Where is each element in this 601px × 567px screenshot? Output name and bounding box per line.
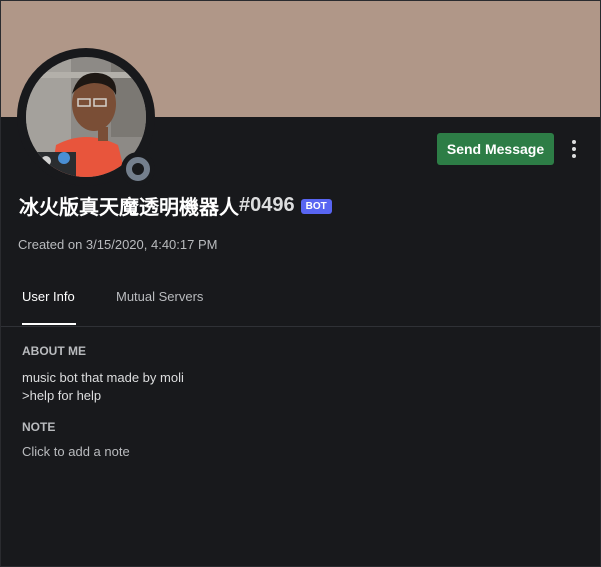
profile-tabs: User Info Mutual Servers <box>1 271 600 327</box>
tabs-divider <box>1 326 600 327</box>
created-date: Created on 3/15/2020, 4:40:17 PM <box>18 237 218 252</box>
user-profile-modal: Send Message 冰火版真天魔透明機器人 #0496 BOT Creat… <box>0 0 601 567</box>
about-line: >help for help <box>22 388 102 403</box>
note-input[interactable]: Click to add a note <box>22 444 130 459</box>
send-message-button[interactable]: Send Message <box>437 133 554 165</box>
username: 冰火版真天魔透明機器人 <box>19 196 239 219</box>
status-indicator <box>121 152 155 186</box>
offline-status-icon <box>126 157 150 181</box>
about-me-text: music bot that made by moli >help for he… <box>22 369 184 405</box>
about-me-heading: ABOUT ME <box>22 344 86 358</box>
tab-mutual-servers[interactable]: Mutual Servers <box>116 289 203 304</box>
vertical-ellipsis-icon[interactable] <box>564 137 584 161</box>
tab-user-info[interactable]: User Info <box>22 289 75 304</box>
active-tab-indicator <box>22 323 76 325</box>
name-tag: 冰火版真天魔透明機器人 #0496 BOT <box>19 191 332 219</box>
note-heading: NOTE <box>22 420 56 434</box>
bot-badge: BOT <box>300 198 332 214</box>
avatar-wrapper <box>17 48 155 186</box>
about-line: music bot that made by moli <box>22 370 184 385</box>
discriminator: #0496 <box>239 193 295 216</box>
